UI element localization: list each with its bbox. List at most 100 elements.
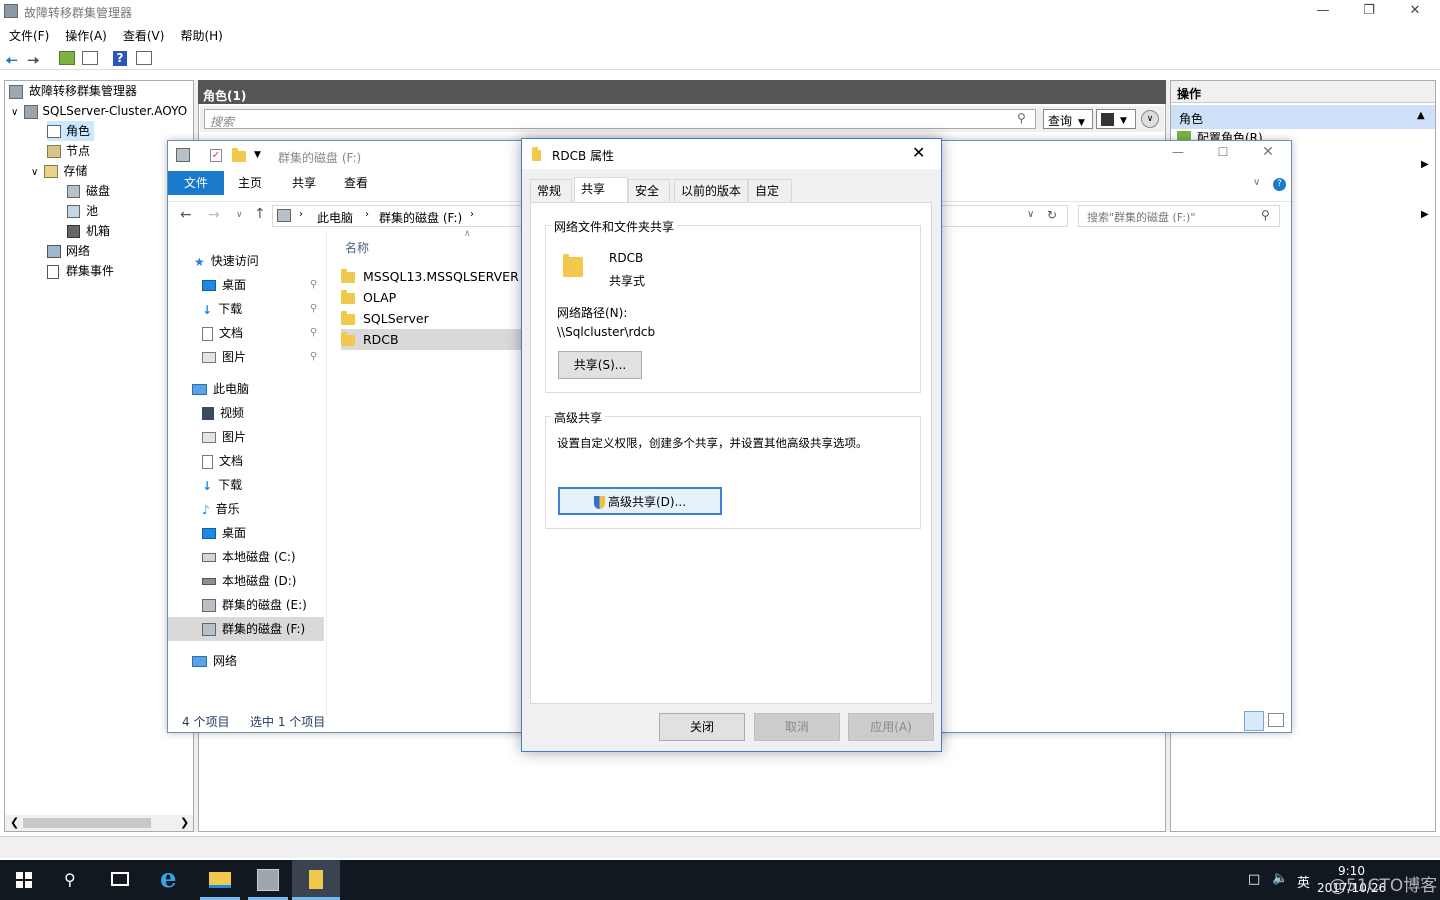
customize-qat-icon[interactable]: ▼ — [254, 150, 261, 160]
expand-ribbon-icon[interactable]: ∨ — [1253, 177, 1260, 188]
taskbar-cluster-manager[interactable] — [244, 860, 292, 900]
dialog-apply-btn[interactable]: 应用(A) — [848, 713, 934, 741]
properties-check-icon[interactable]: ✓ — [210, 149, 222, 162]
save-query-button[interactable]: ▼ — [1096, 109, 1136, 129]
nav-documents-pinned[interactable]: 文档 ⚲ — [202, 321, 357, 345]
explorer-search-input[interactable]: 搜索"群集的磁盘 (F:)" ⚲ — [1078, 205, 1280, 227]
nav-local-disk-d[interactable]: 本地磁盘 (D:) — [202, 569, 357, 593]
file-row-rdcb[interactable]: RDCB — [341, 329, 521, 350]
action-pane-icon[interactable] — [136, 51, 152, 65]
scroll-right-icon[interactable]: ❯ — [180, 816, 189, 829]
tree-item-nodes[interactable]: 节点 — [47, 141, 90, 161]
tab-customize[interactable]: 自定义 — [748, 179, 792, 220]
tree-item-pools[interactable]: 池 — [67, 201, 98, 221]
task-view-button[interactable] — [96, 860, 144, 900]
advanced-sharing-button[interactable]: 高级共享(D)... — [558, 487, 722, 515]
pin-icon[interactable]: ⚲ — [310, 273, 317, 297]
tab-sharing[interactable]: 共享 — [574, 177, 628, 203]
breadcrumb-drive[interactable]: 群集的磁盘 (F:) — [379, 209, 462, 226]
volume-muted-icon[interactable]: 🔈 — [1272, 871, 1288, 886]
menu-view[interactable]: 查看(V) — [114, 24, 172, 44]
nav-videos[interactable]: 视频 — [202, 401, 357, 425]
column-header-name[interactable]: 名称 — [345, 239, 369, 256]
tab-security[interactable]: 安全 — [628, 179, 670, 202]
breadcrumb-this-pc[interactable]: 此电脑 — [317, 209, 353, 226]
nav-network[interactable]: 网络 — [192, 649, 347, 673]
nav-pictures-pinned[interactable]: 图片 ⚲ — [202, 345, 357, 369]
tree-root[interactable]: 故障转移群集管理器 — [9, 81, 137, 101]
close-button[interactable]: ✕ — [1392, 0, 1438, 22]
back-arrow-icon[interactable]: ← — [180, 207, 192, 223]
dialog-cancel-btn[interactable]: 取消 — [754, 713, 840, 741]
dialog-close-button[interactable]: ✕ — [912, 143, 925, 162]
nav-music[interactable]: ♪ 音乐 — [202, 497, 357, 521]
pin-icon[interactable]: ⚲ — [310, 321, 317, 345]
chevron-down-icon[interactable]: ∨ — [11, 107, 18, 118]
taskbar-ie[interactable]: e — [148, 860, 196, 900]
actions-section-roles[interactable]: 角色 ▲ — [1171, 105, 1435, 129]
forward-arrow-icon[interactable]: → — [208, 207, 220, 223]
network-tray-icon[interactable]: □ — [1248, 872, 1260, 887]
chevron-down-icon[interactable]: ∨ — [31, 167, 38, 178]
collapse-up-icon[interactable]: ▲ — [1417, 110, 1425, 121]
taskbar-folder-active[interactable] — [292, 860, 340, 900]
address-dropdown-icon[interactable]: ∨ — [1027, 209, 1034, 220]
submenu-arrow-icon[interactable]: ▶ — [1421, 209, 1429, 220]
menu-file[interactable]: 文件(F) — [0, 24, 56, 44]
roles-search-input[interactable]: 搜索 ⚲ — [204, 109, 1036, 129]
tree-horizontal-scrollbar[interactable]: ❮ ❯ — [5, 815, 193, 831]
scroll-left-icon[interactable]: ❮ — [10, 816, 19, 829]
show-hide-tree-icon[interactable] — [82, 51, 98, 65]
search-button[interactable]: ⚲ — [48, 860, 96, 900]
forward-arrow-icon[interactable]: 🠦 — [27, 50, 40, 77]
dialog-close-btn[interactable]: 关闭 — [659, 713, 745, 741]
back-arrow-icon[interactable]: 🠤 — [5, 50, 18, 77]
nav-desktop-pinned[interactable]: 桌面 ⚲ — [202, 273, 357, 297]
explorer-minimize-button[interactable]: — — [1163, 145, 1193, 159]
tree-item-roles[interactable]: 角色 — [47, 121, 95, 141]
ribbon-tab-view[interactable]: 查看 — [330, 171, 382, 195]
pin-icon[interactable]: ⚲ — [310, 345, 317, 369]
pin-icon[interactable]: ⚲ — [310, 297, 317, 321]
menu-action[interactable]: 操作(A) — [56, 24, 114, 44]
search-icon[interactable]: ⚲ — [1017, 111, 1026, 125]
new-folder-icon[interactable] — [232, 148, 246, 163]
nav-downloads[interactable]: ↓ 下载 — [202, 473, 357, 497]
tree-cluster[interactable]: ∨ SQLServer-Cluster.AOYO — [11, 101, 187, 121]
file-row-mssql13[interactable]: MSSQL13.MSSQLSERVER — [341, 266, 521, 287]
refresh-icon[interactable]: ↻ — [1047, 208, 1057, 222]
start-button[interactable] — [0, 860, 48, 900]
tree-item-networks[interactable]: 网络 — [47, 241, 90, 261]
tab-previous-versions[interactable]: 以前的版本 — [674, 179, 748, 202]
up-arrow-icon[interactable]: ↑ — [254, 206, 266, 222]
explorer-close-button[interactable]: ✕ — [1253, 144, 1283, 160]
file-row-olap[interactable]: OLAP — [341, 287, 521, 308]
explorer-maximize-button[interactable]: ☐ — [1208, 145, 1238, 159]
up-folder-icon[interactable] — [59, 51, 75, 65]
ribbon-tab-file[interactable]: 文件 — [168, 171, 224, 195]
help-icon[interactable]: ? — [1273, 178, 1286, 191]
quick-access-toolbar-icon[interactable] — [176, 148, 190, 162]
tab-general[interactable]: 常规 — [530, 179, 572, 202]
tree-item-enclosures[interactable]: 机箱 — [67, 221, 110, 241]
restore-button[interactable]: ❐ — [1346, 0, 1392, 22]
submenu-arrow-icon[interactable]: ▶ — [1421, 159, 1429, 170]
menu-help[interactable]: 帮助(H) — [171, 24, 229, 44]
nav-cluster-disk-f[interactable]: 群集的磁盘 (F:) — [168, 617, 324, 641]
ime-indicator[interactable]: 英 — [1297, 872, 1310, 891]
taskbar-file-explorer[interactable] — [196, 860, 244, 900]
ribbon-tab-home[interactable]: 主页 — [224, 171, 276, 195]
tree-item-events[interactable]: 群集事件 — [47, 261, 114, 281]
share-button[interactable]: 共享(S)... — [558, 351, 642, 379]
help-icon[interactable]: ? — [113, 51, 127, 66]
query-button[interactable]: 查询 ▼ — [1043, 109, 1093, 129]
expand-collapse-icon[interactable]: ∨ — [1141, 110, 1159, 128]
nav-desktop[interactable]: 桌面 — [202, 521, 357, 545]
nav-downloads-pinned[interactable]: ↓ 下载 ⚲ — [202, 297, 357, 321]
nav-pictures[interactable]: 图片 — [202, 425, 357, 449]
file-row-sqlserver[interactable]: SQLServer — [341, 308, 521, 329]
details-view-icon[interactable] — [1244, 711, 1264, 731]
nav-documents[interactable]: 文档 — [202, 449, 357, 473]
nav-local-disk-c[interactable]: 本地磁盘 (C:) — [202, 545, 357, 569]
nav-cluster-disk-e[interactable]: 群集的磁盘 (E:) — [202, 593, 357, 617]
